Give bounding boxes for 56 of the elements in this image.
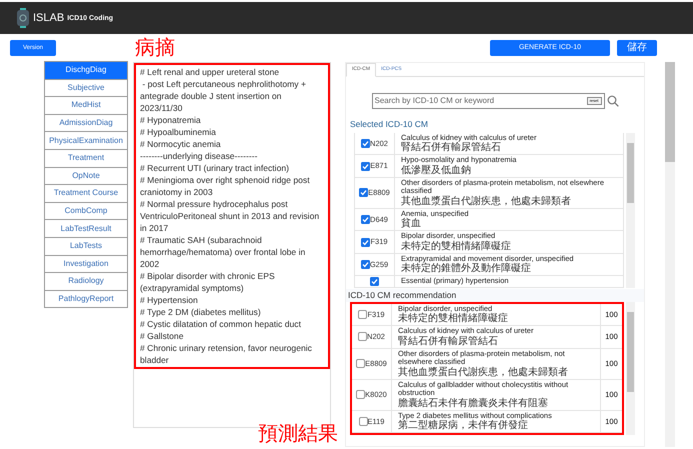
code-description-chinese: 其他血漿蛋白代謝疾患，他處未歸類者 [401,196,572,207]
diagnosis-line: # Meningioma over right sphenoid ridge post craniotomy in 2003 [140,174,311,198]
code-description-chinese: 腎結石併有輸尿管結石 [398,336,499,346]
sidebar-tab[interactable]: PhysicalExamination [44,131,128,150]
sidebar-tab[interactable]: LabTests [44,236,128,256]
diagnosis-line: # Type 2 DM (diabetes mellitus) [140,306,262,318]
search-icon[interactable] [606,95,618,107]
sidebar-tab[interactable]: PathlogyReport [44,290,128,308]
code-description-chinese: 低滲壓及低血鈉 [401,164,472,176]
checkbox[interactable] [360,260,370,269]
diagnosis-line: # Hypoalbuminemia [140,126,217,138]
checkbox[interactable] [370,277,379,286]
diagnosis-line: # Left renal and upper ureteral stone [140,66,280,78]
diagnosis-line: # Bipolar disorder with chronic EPS (extrapyramidal symptoms) [140,270,276,294]
code-description-chinese: 其他血漿蛋白代謝疾患，他處未歸類者 [398,366,569,378]
app-name: ISLAB [33,10,64,26]
diagnosis-line: # Gallstone [140,330,184,342]
diagnosis-line: # Recurrent UTI (urinary tract infection) [140,162,290,174]
checkbox[interactable] [361,162,370,170]
diagnosis-line: # Normocytic anemia [140,138,222,150]
code-description-chinese: 第二型糖尿病，未伴有併發症 [398,420,529,431]
section-title: ICD-10 CM recommendation [346,288,644,302]
checkbox[interactable] [358,332,368,342]
diagnosis-line: --------underlying disease-------- [140,150,258,162]
annotation-label: 病摘 [135,35,175,59]
checkbox[interactable] [356,359,366,368]
annotation-label: 預測結果 [258,421,338,445]
tablet-logo-icon [16,8,30,28]
section-title: Selected ICD-10 CM [350,118,429,131]
diagnosis-line: # Hypertension [140,294,199,306]
sidebar-tab[interactable]: Treatment [44,148,128,168]
checkbox[interactable] [356,390,366,399]
diagnosis-line: # Cystic dilatation of common hepatic duct [140,318,302,330]
code-description-chinese: 貧血 [401,218,422,230]
diagnosis-line: # Hyponatremia [140,114,202,126]
sidebar-tab[interactable]: Treatment Course [44,184,128,203]
code-description-chinese: 腎結石併有輸尿管結石 [401,142,502,154]
code-description-chinese: 未特定的雙相情緒障礙症 [398,313,509,324]
checkbox[interactable] [361,139,370,148]
code-description-chinese: 未特定的雙相情緒障礙症 [401,240,512,252]
diagnosis-line: # Chronic urinary retension, favor neurogenic bladder [140,342,313,366]
checkbox[interactable] [358,416,368,426]
code-description-chinese: 膽囊結石未伴有膽囊炎未伴有阻塞 [398,398,549,408]
checkbox[interactable] [358,310,368,319]
save-button[interactable]: 儲存 [617,40,657,56]
diagnosis-line: # Traumatic SAH (subarachnoid hemorrhage/hematoma) over frontal lobe in 2002 [140,234,306,270]
sidebar-tab[interactable]: MedHist [44,96,128,115]
sidebar-tab[interactable]: LabTestResult [44,219,128,238]
sidebar-tab[interactable]: Radiology [44,272,128,291]
checkbox[interactable] [361,238,370,246]
code-description-chinese: 未特定的錐體外及動作障礙症 [401,263,532,274]
checkbox[interactable] [359,188,368,198]
checkbox[interactable] [361,215,370,224]
diagnosis-line: # Normal pressure hydrocephalus post VentriculoPeritoneal shunt in 2013 and revision in 2017 [140,198,320,234]
sidebar-tab[interactable]: DischgDiag [44,61,128,80]
diagnosis-line: - post Left percutaneous nephrolithotomy + antegrade double J stent insertion on 2023/11/30 [140,78,308,114]
